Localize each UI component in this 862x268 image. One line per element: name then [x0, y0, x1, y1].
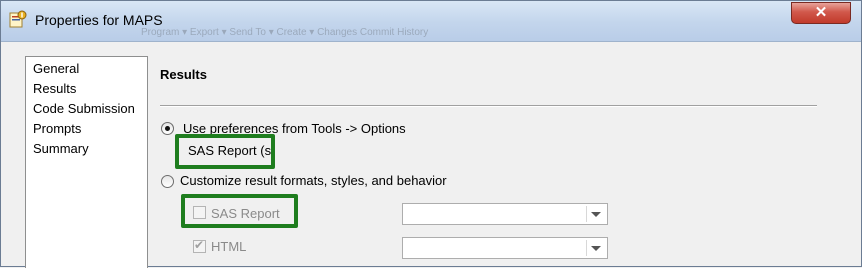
nav-item-prompts[interactable]: Prompts: [33, 121, 81, 137]
current-format-text: SAS Report (s: [188, 143, 271, 158]
sas-report-label: SAS Report: [211, 206, 280, 221]
chevron-down-icon: [591, 212, 601, 217]
section-separator: [160, 105, 817, 107]
nav-item-code-submission[interactable]: Code Submission: [33, 101, 135, 117]
html-checkbox[interactable]: ✔: [193, 238, 206, 253]
window-title: Properties for MAPS: [35, 12, 163, 28]
title-bar[interactable]: Properties for MAPS Program ▾ Export ▾ S…: [1, 1, 861, 42]
properties-app-icon: [9, 10, 27, 28]
dropdown-divider: [586, 206, 587, 222]
radio-selected-dot: [165, 126, 170, 131]
sas-report-style-dropdown[interactable]: [402, 203, 608, 225]
checkmark-icon: ✔: [194, 238, 205, 252]
properties-dialog: Properties for MAPS Program ▾ Export ▾ S…: [0, 0, 862, 268]
properties-nav-list: General Results Code Submission Prompts …: [25, 56, 148, 268]
close-button[interactable]: ✕: [791, 2, 851, 24]
nav-item-general[interactable]: General: [33, 61, 79, 77]
html-label: HTML: [211, 239, 247, 254]
chevron-down-icon: [591, 246, 601, 251]
html-style-dropdown[interactable]: [402, 237, 608, 259]
dropdown-divider: [586, 240, 587, 256]
use-preferences-radio[interactable]: [161, 122, 174, 135]
customize-label: Customize result formats, styles, and be…: [180, 173, 447, 188]
background-toolbar-ghost: Program ▾ Export ▾ Send To ▾ Create ▾ Ch…: [141, 27, 429, 38]
sas-report-checkbox[interactable]: [193, 206, 206, 219]
customize-radio[interactable]: [161, 175, 174, 188]
nav-item-results[interactable]: Results: [33, 81, 76, 97]
nav-item-summary[interactable]: Summary: [33, 141, 89, 157]
results-section-title: Results: [160, 67, 207, 82]
